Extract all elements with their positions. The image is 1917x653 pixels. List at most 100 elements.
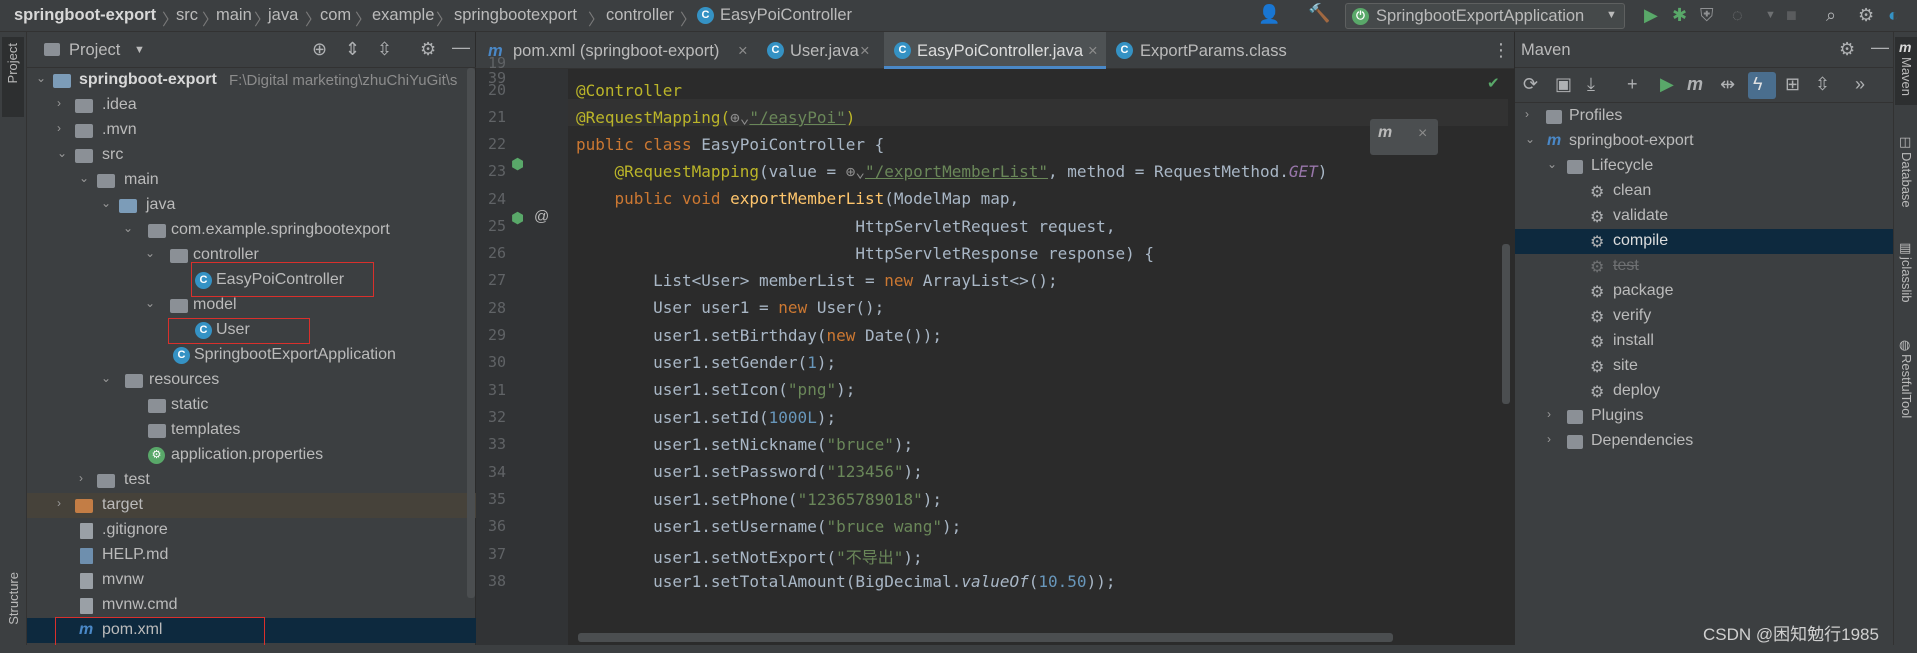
editor-horizontal-scrollbar[interactable] <box>578 633 1393 642</box>
more-icon[interactable]: » <box>1855 74 1865 95</box>
tree-item-model[interactable]: ⌄ model <box>27 293 476 318</box>
coverage-icon[interactable]: ⛨ <box>1700 5 1714 26</box>
gear-icon[interactable]: ⚙ <box>420 39 436 60</box>
more-tabs-icon[interactable]: ⋮ <box>1492 40 1510 61</box>
generate-sources-icon[interactable]: ▣ <box>1555 74 1572 95</box>
structure-tool-tab[interactable]: Structure <box>6 572 21 625</box>
check-icon[interactable]: ✔ <box>1487 74 1500 92</box>
tab-easypoicontroller-java[interactable]: C EasyPoiController.java × <box>884 32 1106 69</box>
maven-goal-test[interactable]: ⚙ test <box>1515 254 1894 279</box>
breadcrumb-springbootexport[interactable]: springbootexport <box>454 6 577 25</box>
tree-item-static[interactable]: static <box>27 393 476 418</box>
breadcrumb-com[interactable]: com <box>320 6 351 25</box>
maven-goal-deploy[interactable]: ⚙ deploy <box>1515 379 1894 404</box>
maven-goal-validate[interactable]: ⚙ validate <box>1515 204 1894 229</box>
minimize-icon[interactable]: — <box>452 37 470 58</box>
maven-reload-popup[interactable]: m × <box>1370 119 1438 155</box>
database-tool-tab[interactable]: Database <box>1899 152 1914 208</box>
tree-item-application-properties[interactable]: ⚙ application.properties <box>27 443 476 468</box>
breadcrumb-controller[interactable]: controller <box>606 6 674 25</box>
tab-user-java[interactable]: C User.java × <box>755 32 880 69</box>
reload-icon[interactable]: ⟳ <box>1523 74 1538 95</box>
run-icon[interactable]: ▶ <box>1660 74 1674 95</box>
chevron-down-icon[interactable]: ▼ <box>1765 9 1776 21</box>
breadcrumb-example[interactable]: example <box>372 6 434 25</box>
maven-goal-site[interactable]: ⚙ site <box>1515 354 1894 379</box>
close-icon[interactable]: × <box>1418 125 1427 143</box>
maven-goal-package[interactable]: ⚙ package <box>1515 279 1894 304</box>
tree-item-idea[interactable]: › .idea <box>27 93 476 118</box>
tree-item-templates[interactable]: templates <box>27 418 476 443</box>
code-editor[interactable]: @Controller @RequestMapping(⊕⌄"/easyPoi"… <box>568 69 1514 645</box>
request-mapping-icon[interactable]: @ <box>534 208 549 225</box>
project-scrollbar[interactable] <box>467 68 475 598</box>
maven-item-dependencies[interactable]: › Dependencies <box>1515 429 1894 454</box>
tree-item-springbootexportapplication[interactable]: C SpringbootExportApplication <box>27 343 476 368</box>
toggle-offline-icon[interactable]: ⇹ <box>1720 74 1735 95</box>
collapsed-arrow-icon: › <box>57 496 61 510</box>
maven-goal-clean[interactable]: ⚙ clean <box>1515 179 1894 204</box>
tree-item-root[interactable]: ⌄ springboot-export F:\Digital marketing… <box>27 68 476 93</box>
restfultool-tool-tab[interactable]: RestfulTool <box>1899 354 1914 418</box>
maven-item-lifecycle[interactable]: ⌄ Lifecycle <box>1515 154 1894 179</box>
close-icon[interactable]: × <box>860 42 870 61</box>
chevron-down-icon[interactable]: ▼ <box>134 44 145 56</box>
maven-reload-icon[interactable]: m <box>1378 124 1392 142</box>
collapse-all-icon[interactable]: ⇳ <box>377 39 392 60</box>
tree-item-package[interactable]: ⌄ com.example.springbootexport <box>27 218 476 243</box>
tree-item-help-md[interactable]: HELP.md <box>27 543 476 568</box>
spring-bean-icon[interactable]: ⬢ <box>511 155 524 173</box>
ide-logo-icon[interactable]: ◐ <box>1888 5 1899 26</box>
maven-goal-compile[interactable]: ⚙ compile <box>1515 229 1894 254</box>
maven-goal-verify[interactable]: ⚙ verify <box>1515 304 1894 329</box>
gear-icon: ⚙ <box>1590 359 1605 376</box>
breadcrumb-easypoicontroller[interactable]: EasyPoiController <box>720 6 852 25</box>
search-icon[interactable]: ⌕ <box>1826 5 1836 26</box>
project-panel-title[interactable]: Project <box>69 41 120 60</box>
jclasslib-tool-tab[interactable]: jclasslib <box>1899 257 1914 303</box>
collapse-all-icon[interactable]: ⇳ <box>1815 74 1830 95</box>
tree-item-resources[interactable]: ⌄ resources <box>27 368 476 393</box>
tree-item-test[interactable]: › test <box>27 468 476 493</box>
spring-bean-icon[interactable]: ⬢ <box>511 209 524 227</box>
tree-item-label: HELP.md <box>102 546 169 563</box>
profile-icon[interactable]: ◌ <box>1732 5 1743 26</box>
maven-tool-tab[interactable]: m Maven <box>1895 37 1917 105</box>
close-icon[interactable]: × <box>738 42 748 61</box>
maven-item-plugins[interactable]: › Plugins <box>1515 404 1894 429</box>
breadcrumb-src[interactable]: src <box>176 6 198 25</box>
tree-item-mvn[interactable]: › .mvn <box>27 118 476 143</box>
locate-icon[interactable]: ⊕ <box>312 39 327 60</box>
maven-item-profiles[interactable]: › Profiles <box>1515 104 1894 129</box>
run-configuration-dropdown[interactable]: ⏻ SpringbootExportApplication ▼ <box>1345 3 1625 29</box>
tab-exportparams-class[interactable]: C ExportParams.class <box>1108 32 1308 69</box>
breadcrumb-java[interactable]: java <box>268 6 298 25</box>
editor-vertical-scrollbar[interactable] <box>1502 244 1510 404</box>
breadcrumb-project[interactable]: springboot-export <box>14 6 156 25</box>
breadcrumb-main[interactable]: main <box>216 6 252 25</box>
tree-item-java[interactable]: ⌄ java <box>27 193 476 218</box>
download-icon[interactable]: ⤓ <box>1587 74 1595 95</box>
tree-item-main[interactable]: ⌄ main <box>27 168 476 193</box>
expand-all-icon[interactable]: ⇕ <box>345 39 360 60</box>
build-hammer-icon[interactable]: 🔨 <box>1308 3 1330 24</box>
tree-item-src[interactable]: ⌄ src <box>27 143 476 168</box>
debug-icon[interactable]: ✱ <box>1672 5 1687 26</box>
tree-item-mvnw[interactable]: mvnw <box>27 568 476 593</box>
project-tool-tab[interactable]: Project <box>2 37 24 117</box>
stop-icon[interactable]: ■ <box>1786 5 1797 26</box>
run-icon[interactable]: ▶ <box>1644 5 1658 26</box>
execute-goal-icon[interactable]: m <box>1687 74 1703 95</box>
show-dependencies-icon[interactable]: ⊞ <box>1785 74 1800 95</box>
settings-gear-icon[interactable]: ⚙ <box>1858 5 1874 26</box>
tree-item-mvnw-cmd[interactable]: mvnw.cmd <box>27 593 476 618</box>
add-icon[interactable]: + <box>1627 74 1638 95</box>
tree-item-target[interactable]: › target <box>27 493 476 518</box>
tree-item-gitignore[interactable]: .gitignore <box>27 518 476 543</box>
user-icon[interactable]: 👤 <box>1258 4 1280 25</box>
maven-goal-install[interactable]: ⚙ install <box>1515 329 1894 354</box>
gear-icon[interactable]: ⚙ <box>1839 39 1855 60</box>
maven-item-project[interactable]: ⌄ m springboot-export <box>1515 129 1894 154</box>
minimize-icon[interactable]: — <box>1871 37 1889 58</box>
close-icon[interactable]: × <box>1088 42 1098 61</box>
